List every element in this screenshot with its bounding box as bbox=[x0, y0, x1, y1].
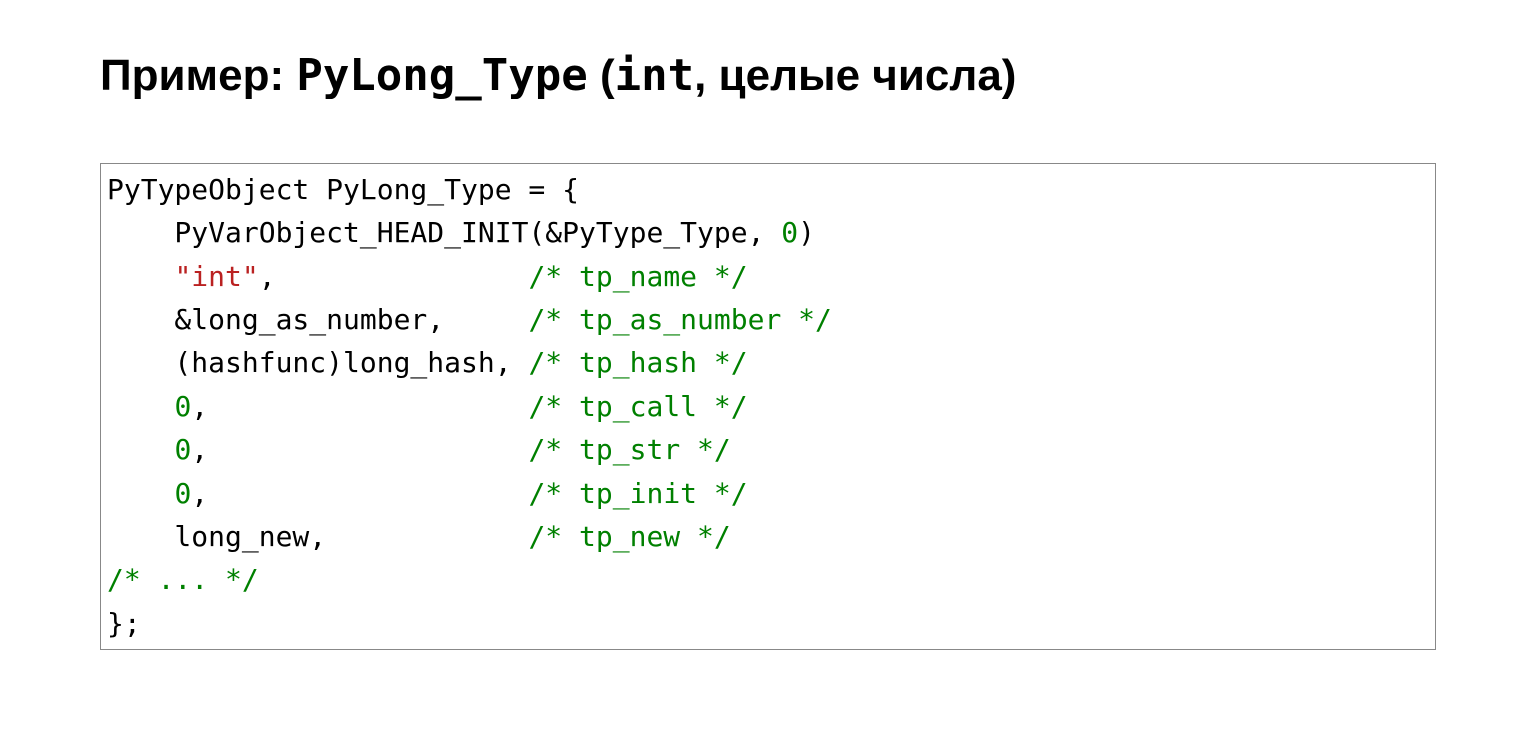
code-line-4a: &long_as_number, bbox=[107, 303, 528, 336]
code-line-7b: , bbox=[191, 433, 528, 466]
code-line-10-comment: /* ... */ bbox=[107, 563, 259, 596]
code-line-3a bbox=[107, 260, 174, 293]
code-line-8b: , bbox=[191, 477, 528, 510]
code-block: PyTypeObject PyLong_Type = { PyVarObject… bbox=[100, 163, 1436, 650]
code-line-8-comment: /* tp_init */ bbox=[528, 477, 747, 510]
slide: Пример: PyLong_Type (int, целые числа) P… bbox=[0, 0, 1536, 751]
code-line-9-comment: /* tp_new */ bbox=[528, 520, 730, 553]
code-line-6b: , bbox=[191, 390, 528, 423]
code-line-8-num: 0 bbox=[174, 477, 191, 510]
code-line-7-comment: /* tp_str */ bbox=[528, 433, 730, 466]
code-line-1: PyTypeObject PyLong_Type = { bbox=[107, 173, 579, 206]
code-line-2-num: 0 bbox=[781, 216, 798, 249]
code-line-7-num: 0 bbox=[174, 433, 191, 466]
code-line-11: }; bbox=[107, 607, 141, 640]
code-line-6a bbox=[107, 390, 174, 423]
title-mono-2: int bbox=[615, 50, 694, 101]
code-line-2a: PyVarObject_HEAD_INIT(&PyType_Type, bbox=[107, 216, 781, 249]
code-line-9a: long_new, bbox=[107, 520, 528, 553]
code-line-3b: , bbox=[259, 260, 529, 293]
title-mono-1: PyLong_Type bbox=[296, 50, 587, 101]
title-text-2: ( bbox=[588, 51, 615, 100]
code-line-3-str: "int" bbox=[174, 260, 258, 293]
code-line-2b: ) bbox=[798, 216, 815, 249]
code-line-8a bbox=[107, 477, 174, 510]
title-text-1: Пример: bbox=[100, 51, 296, 100]
code-line-5-comment: /* tp_hash */ bbox=[528, 346, 747, 379]
code-line-5a: (hashfunc)long_hash, bbox=[107, 346, 528, 379]
slide-title: Пример: PyLong_Type (int, целые числа) bbox=[100, 50, 1436, 103]
code-line-3-comment: /* tp_name */ bbox=[528, 260, 747, 293]
title-text-3: , целые числа) bbox=[694, 51, 1016, 100]
code-line-4-comment: /* tp_as_number */ bbox=[528, 303, 831, 336]
code-line-7a bbox=[107, 433, 174, 466]
code-line-6-comment: /* tp_call */ bbox=[528, 390, 747, 423]
code-line-6-num: 0 bbox=[174, 390, 191, 423]
